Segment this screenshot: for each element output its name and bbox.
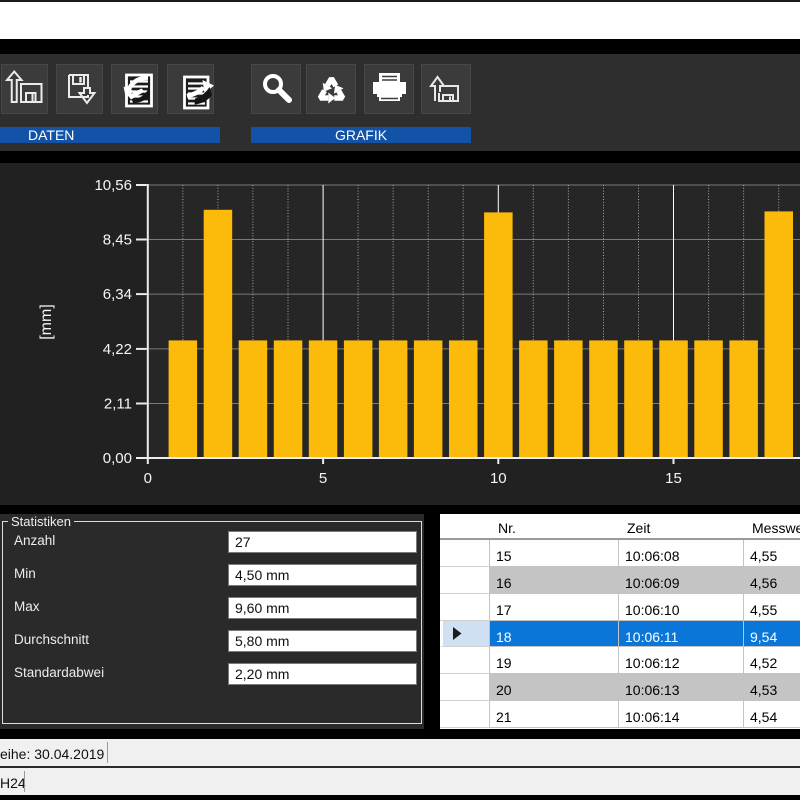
svg-text:5: 5	[319, 470, 327, 487]
svg-text:0,00: 0,00	[103, 450, 132, 467]
svg-text:2,11: 2,11	[104, 396, 132, 413]
svg-text:15: 15	[665, 470, 682, 487]
svg-text:6,34: 6,34	[103, 286, 132, 303]
svg-text:10: 10	[490, 470, 507, 487]
svg-text:4,22: 4,22	[103, 341, 132, 358]
svg-text:8,45: 8,45	[103, 232, 132, 249]
svg-text:10,56: 10,56	[94, 177, 132, 194]
svg-text:0: 0	[144, 470, 152, 487]
svg-text:[mm]: [mm]	[38, 304, 55, 340]
